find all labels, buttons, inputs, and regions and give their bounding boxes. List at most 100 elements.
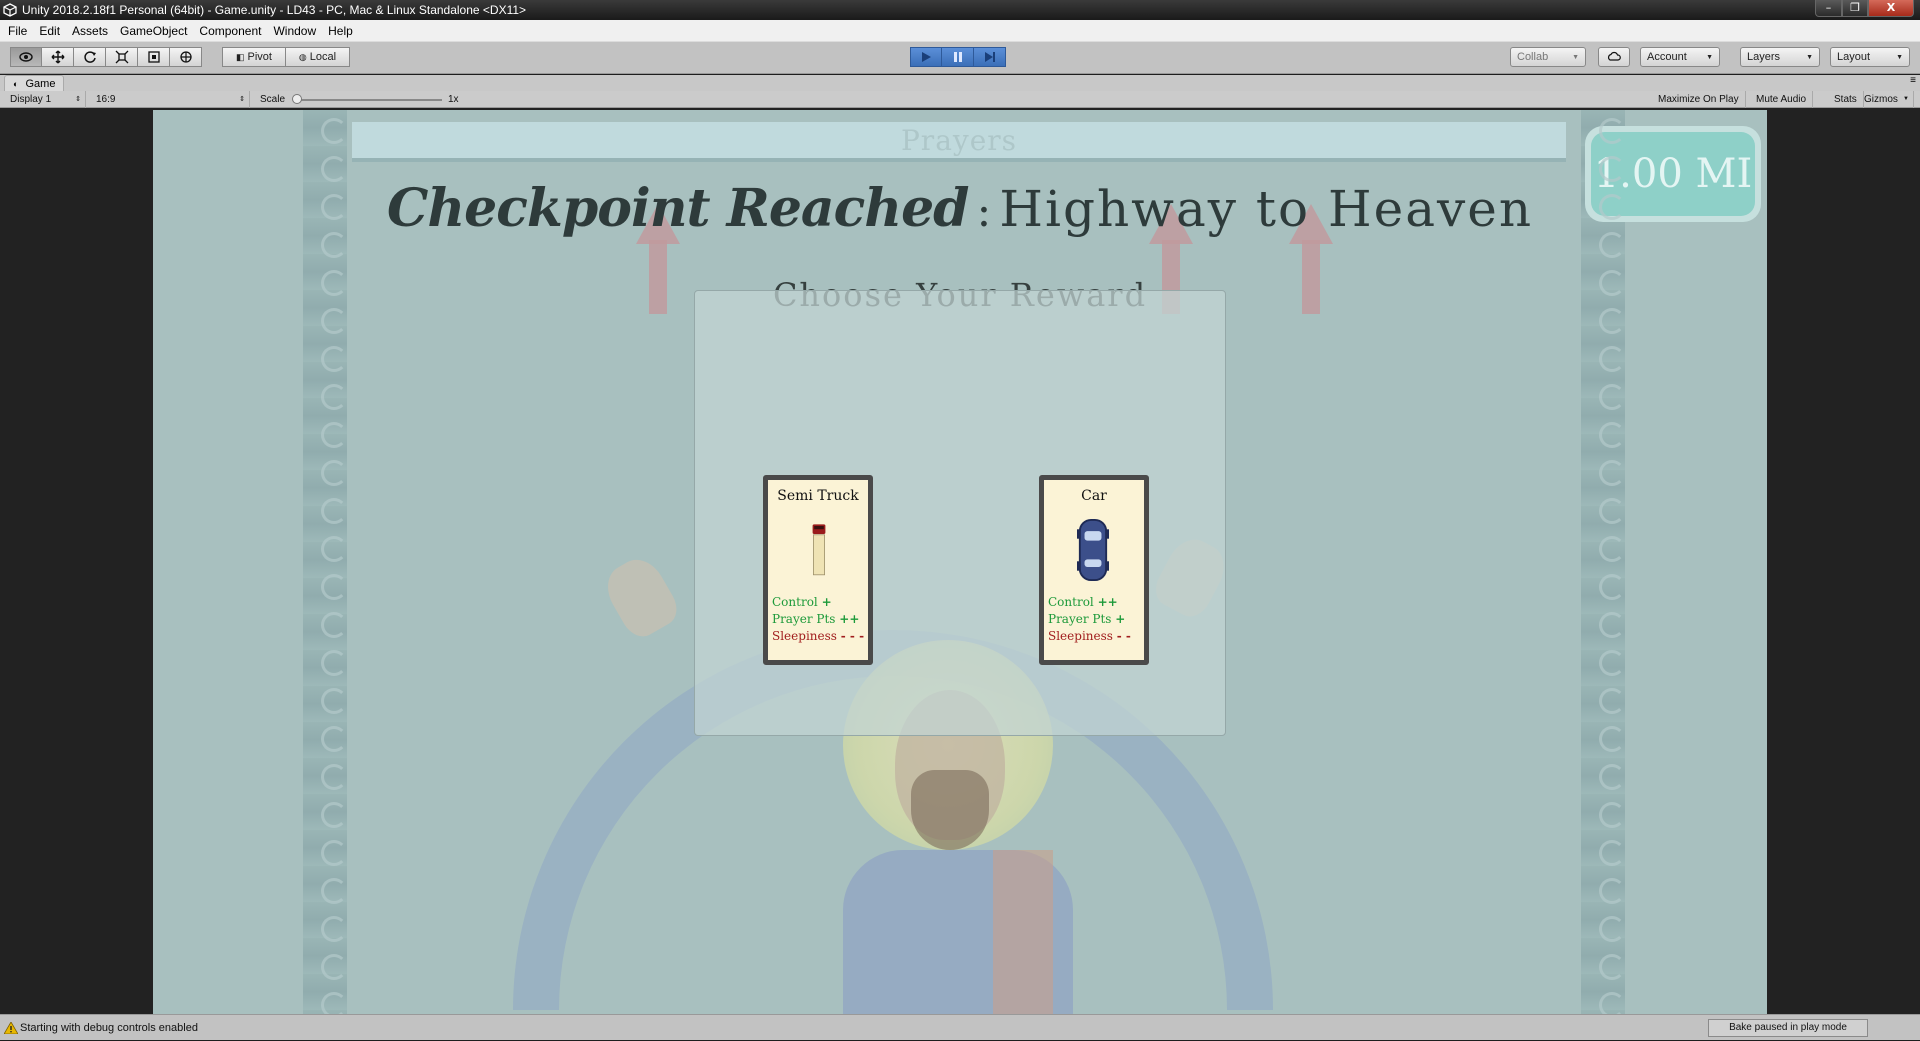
- menu-component[interactable]: Component: [193, 20, 267, 42]
- pivot-toggle[interactable]: ◧ Pivot: [222, 47, 286, 67]
- collab-label: Collab: [1517, 51, 1549, 63]
- game-tab[interactable]: ◐ Game: [4, 75, 65, 91]
- ornament-swirl: [321, 118, 347, 144]
- layers-dropdown[interactable]: Layers ▼: [1740, 47, 1820, 67]
- ornament-swirl: [1599, 498, 1625, 524]
- stat-control: Control ++: [1048, 595, 1118, 609]
- menu-edit[interactable]: Edit: [33, 20, 66, 42]
- local-label: Local: [309, 51, 337, 63]
- close-button[interactable]: X: [1868, 0, 1914, 17]
- ornament-swirl: [1599, 726, 1625, 752]
- chevron-updown-icon: ⇕: [239, 96, 245, 103]
- menu-help[interactable]: Help: [322, 20, 359, 42]
- ornament-swirl: [321, 384, 347, 410]
- rotate-tool-button[interactable]: [74, 47, 106, 67]
- cloud-group: [1598, 47, 1630, 67]
- local-toggle[interactable]: ◍ Local: [286, 47, 350, 67]
- scale-slider[interactable]: [294, 99, 442, 101]
- ornament-swirl: [1599, 346, 1625, 372]
- car-icon: [1077, 518, 1109, 582]
- ornament-swirl: [321, 840, 347, 866]
- reward-card-semi-truck[interactable]: Semi Truck Control + Prayer Pts ++ Sleep…: [763, 475, 873, 665]
- reward-card-car[interactable]: Car Control ++ Prayer Pts + Sleepiness -…: [1039, 475, 1149, 665]
- stat-sleepiness: Sleepiness - - -: [772, 629, 865, 643]
- ornament-swirl: [1599, 688, 1625, 714]
- ornament-swirl: [321, 574, 347, 600]
- scale-tool-button[interactable]: [106, 47, 138, 67]
- game-tab-header: ◐ Game ≡: [0, 75, 1920, 91]
- layout-dropdown[interactable]: Layout ▼: [1830, 47, 1910, 67]
- transform-tools: [10, 47, 202, 67]
- ornament-swirl: [321, 232, 347, 258]
- menu-file[interactable]: File: [2, 20, 33, 42]
- status-message[interactable]: Starting with debug controls enabled: [20, 1015, 198, 1041]
- title-separator: :: [976, 186, 992, 237]
- scale-slider-thumb[interactable]: [292, 94, 302, 104]
- ornament-swirl: [321, 916, 347, 942]
- step-icon: [984, 52, 995, 62]
- left-hand: [598, 550, 684, 644]
- collab-dropdown[interactable]: Collab ▼: [1510, 47, 1586, 67]
- warning-icon: [4, 1022, 18, 1034]
- chevron-down-icon: ▼: [1706, 53, 1713, 61]
- account-label: Account: [1647, 51, 1687, 63]
- ornament-swirl: [1599, 384, 1625, 410]
- ornament-swirl: [321, 992, 347, 1014]
- ornament-swirl: [1599, 916, 1625, 942]
- ornament-swirl: [321, 156, 347, 182]
- cloud-icon: [1607, 51, 1621, 61]
- pivot-tools: ◧ Pivot ◍ Local: [222, 47, 350, 67]
- gizmos-dropdown[interactable]: Gizmos ▼: [1858, 91, 1914, 108]
- transform-tool-button[interactable]: [170, 47, 202, 67]
- rotate-tool-icon: [83, 51, 96, 63]
- pause-button[interactable]: [942, 47, 974, 67]
- step-button[interactable]: [974, 47, 1006, 67]
- menu-window[interactable]: Window: [267, 20, 322, 42]
- menu-gameobject[interactable]: GameObject: [114, 20, 193, 42]
- window-title: Unity 2018.2.18f1 Personal (64bit) - Gam…: [22, 3, 527, 17]
- maximize-on-play-toggle[interactable]: Maximize On Play: [1652, 91, 1746, 108]
- rect-tool-button[interactable]: [138, 47, 170, 67]
- play-icon: [922, 52, 931, 62]
- menu-bar: File Edit Assets GameObject Component Wi…: [0, 20, 1920, 42]
- tab-menu-icon[interactable]: ≡: [1910, 75, 1916, 86]
- ornament-swirl: [321, 954, 347, 980]
- view-tool-button[interactable]: [10, 47, 42, 67]
- cloud-button[interactable]: [1598, 47, 1630, 67]
- minimize-button[interactable]: –: [1815, 0, 1842, 17]
- move-tool-button[interactable]: [42, 47, 74, 67]
- ornament-swirl: [321, 536, 347, 562]
- display-dropdown[interactable]: Display 1 ⇕: [4, 91, 86, 108]
- layers-group: Layers ▼: [1740, 47, 1820, 67]
- ornament-swirl: [321, 764, 347, 790]
- account-dropdown[interactable]: Account ▼: [1640, 47, 1720, 67]
- globe-icon: ◍: [298, 51, 307, 62]
- ornament-swirl: [1599, 270, 1625, 296]
- ornament-swirl: [1599, 536, 1625, 562]
- window-controls: – ❐ X: [1815, 0, 1914, 17]
- aspect-dropdown[interactable]: 16:9 ⇕: [90, 91, 250, 108]
- move-tool-icon: [51, 50, 64, 64]
- scale-tool-icon: [115, 50, 128, 64]
- game-view-toolbar: Display 1 ⇕ 16:9 ⇕ Scale 1x Maximize On …: [0, 91, 1920, 108]
- chevron-down-icon: ▼: [1896, 53, 1903, 61]
- layout-group: Layout ▼: [1830, 47, 1910, 67]
- ornament-swirl: [321, 308, 347, 334]
- maximize-button[interactable]: ❐: [1842, 0, 1868, 17]
- ornament-swirl: [321, 270, 347, 296]
- main-toolbar: ◧ Pivot ◍ Local Collab ▼ Account ▼ Layer…: [0, 42, 1920, 74]
- game-view[interactable]: Prayers 1.00 MI Checkpoint Reached: Highw…: [153, 110, 1767, 1014]
- stat-sleepiness: Sleepiness - -: [1048, 629, 1131, 643]
- mute-audio-toggle[interactable]: Mute Audio: [1750, 91, 1814, 108]
- ornament-swirl: [321, 802, 347, 828]
- chevron-down-icon: ▼: [1806, 53, 1813, 61]
- ornament-swirl: [1599, 992, 1625, 1014]
- menu-assets[interactable]: Assets: [66, 20, 114, 42]
- pivot-label: Pivot: [247, 51, 272, 63]
- pivot-icon: ◧: [236, 51, 245, 62]
- ornament-swirl: [321, 346, 347, 372]
- reward-name: Car: [1081, 488, 1107, 504]
- play-button[interactable]: [910, 47, 942, 67]
- unity-icon: [3, 3, 17, 17]
- chevron-down-icon: ▼: [1903, 96, 1909, 102]
